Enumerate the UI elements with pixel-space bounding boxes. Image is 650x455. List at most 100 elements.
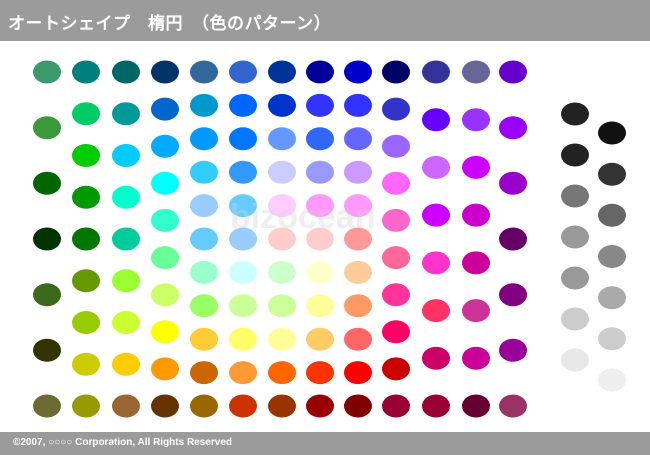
color-ellipse — [268, 160, 296, 184]
color-ellipse — [72, 60, 100, 84]
color-ellipse — [344, 327, 372, 351]
color-ellipse — [344, 260, 372, 284]
color-ellipse — [72, 144, 100, 167]
color-ellipse — [382, 171, 410, 195]
color-ellipse — [499, 394, 527, 418]
color-ellipse — [422, 108, 450, 132]
color-ellipse — [268, 127, 296, 151]
color-ellipse — [112, 269, 140, 293]
color-ellipse — [344, 127, 372, 151]
color-ellipse — [462, 108, 490, 132]
color-ellipse — [462, 299, 490, 323]
color-ellipse — [382, 208, 410, 232]
color-ellipse — [306, 327, 334, 351]
color-ellipse — [268, 294, 296, 318]
color-ellipse — [344, 294, 372, 318]
color-ellipse — [190, 361, 218, 385]
color-ellipse — [422, 203, 450, 227]
color-ellipse — [112, 102, 140, 126]
color-ellipse — [72, 185, 100, 209]
color-ellipse — [229, 260, 257, 284]
color-ellipse — [268, 260, 296, 284]
color-ellipse — [306, 260, 334, 284]
color-ellipse — [112, 144, 140, 167]
color-ellipse — [306, 60, 334, 84]
color-ellipse — [382, 97, 410, 121]
color-ellipse — [306, 294, 334, 318]
color-ellipse — [382, 134, 410, 158]
color-ellipse — [306, 93, 334, 117]
copyright-text: ©2007, ○○○○ Corporation, All Rights Rese… — [13, 437, 232, 448]
color-ellipse — [344, 60, 372, 84]
color-ellipse — [306, 127, 334, 151]
color-ellipse — [72, 227, 100, 251]
footer-bar: ©2007, ○○○○ Corporation, All Rights Rese… — [0, 432, 650, 455]
color-ellipse — [190, 294, 218, 318]
color-ellipse — [422, 60, 450, 84]
color-ellipse — [344, 394, 372, 418]
color-ellipse — [190, 394, 218, 418]
color-ellipse — [72, 352, 100, 376]
watermark-text: bizocean — [230, 198, 376, 236]
color-ellipse — [229, 327, 257, 351]
color-ellipse — [344, 160, 372, 184]
color-ellipse — [561, 143, 589, 167]
color-ellipse — [190, 227, 218, 251]
color-ellipse — [598, 203, 626, 227]
color-ellipse — [344, 93, 372, 117]
color-ellipse — [499, 171, 527, 195]
color-ellipse — [268, 93, 296, 117]
color-ellipse — [33, 116, 61, 140]
color-ellipse — [462, 394, 490, 418]
color-ellipse — [462, 60, 490, 84]
color-ellipse — [382, 357, 410, 381]
color-ellipse — [499, 338, 527, 362]
color-ellipse — [422, 299, 450, 323]
color-ellipse — [72, 269, 100, 293]
color-ellipse — [190, 160, 218, 184]
color-ellipse — [112, 394, 140, 418]
color-ellipse — [112, 60, 140, 84]
color-ellipse — [598, 162, 626, 186]
color-ellipse — [151, 394, 179, 418]
color-ellipse — [151, 60, 179, 84]
color-ellipse — [561, 184, 589, 208]
color-ellipse — [598, 286, 626, 310]
color-ellipse — [561, 266, 589, 290]
color-ellipse — [112, 352, 140, 376]
color-ellipse — [72, 394, 100, 418]
color-ellipse — [268, 361, 296, 385]
color-ellipse — [462, 346, 490, 370]
color-ellipse — [229, 294, 257, 318]
color-ellipse — [561, 225, 589, 249]
color-ellipse — [151, 97, 179, 121]
color-ellipse — [499, 283, 527, 307]
color-ellipse — [72, 311, 100, 334]
color-ellipse — [598, 121, 626, 145]
color-ellipse — [382, 60, 410, 84]
color-ellipse — [33, 394, 61, 418]
color-ellipse — [598, 368, 626, 392]
color-ellipse — [422, 346, 450, 370]
color-ellipse — [499, 60, 527, 84]
color-ellipse — [561, 102, 589, 126]
color-ellipse — [306, 394, 334, 418]
color-ellipse — [229, 127, 257, 151]
color-ellipse — [229, 93, 257, 117]
color-ellipse — [462, 155, 490, 179]
color-ellipse — [190, 327, 218, 351]
color-ellipse — [382, 246, 410, 270]
color-ellipse — [151, 171, 179, 195]
color-ellipse — [382, 394, 410, 418]
color-ellipse — [190, 194, 218, 218]
color-ellipse — [151, 208, 179, 232]
color-ellipse — [306, 160, 334, 184]
color-ellipse — [499, 227, 527, 251]
color-ellipse — [151, 283, 179, 307]
color-ellipse — [151, 134, 179, 158]
color-ellipse — [422, 394, 450, 418]
color-ellipse — [462, 251, 490, 275]
color-ellipse — [112, 185, 140, 209]
color-ellipse — [306, 361, 334, 385]
color-ellipse — [151, 357, 179, 381]
